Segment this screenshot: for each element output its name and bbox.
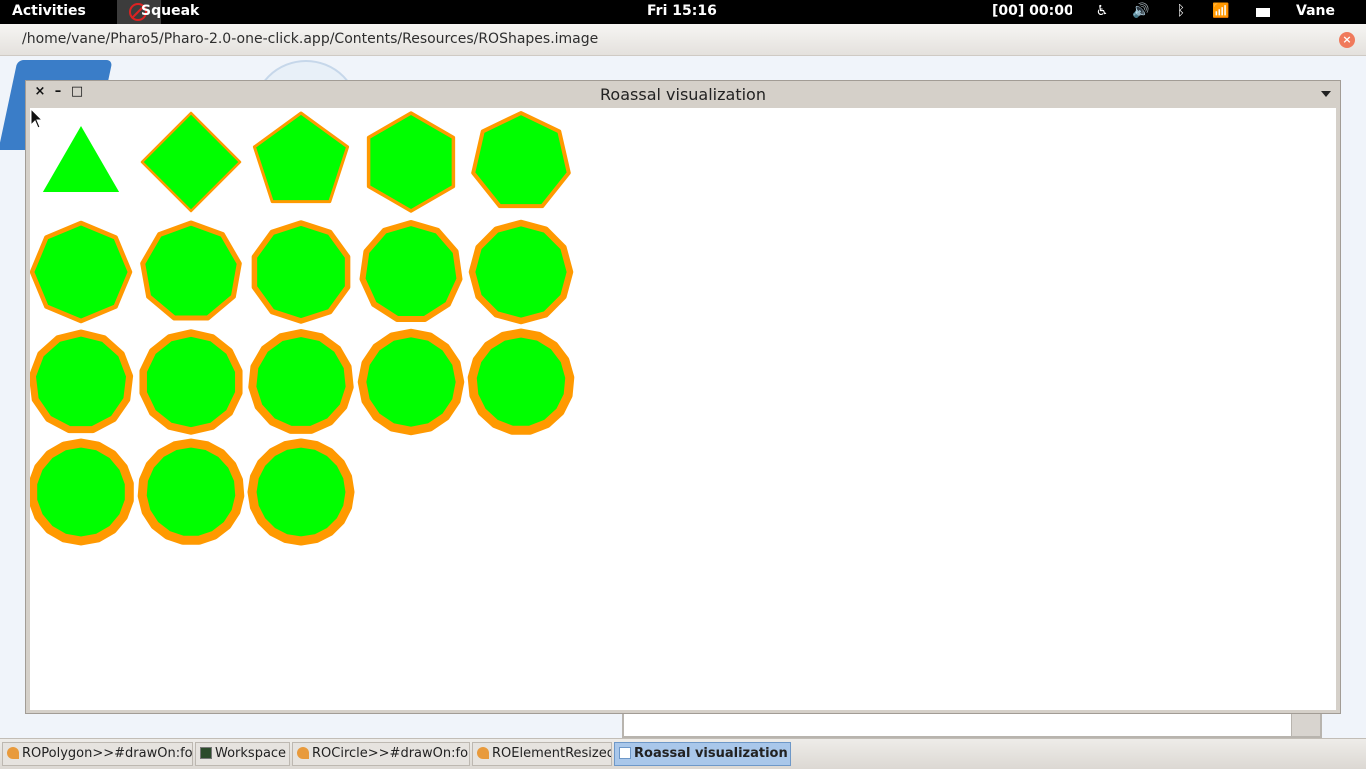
- user-menu[interactable]: Vane: [1296, 3, 1335, 19]
- gnome-top-bar: Activities Squeak Fri 15:16 [00] 00:00 ♿…: [0, 0, 1366, 24]
- maximize-icon[interactable]: □: [70, 85, 84, 99]
- taskbar-item-rocircle[interactable]: ROCircle>>#drawOn:for:: [292, 742, 470, 766]
- taskbar-item-label: Workspace: [215, 746, 287, 761]
- polygon-shape-10-sides[interactable]: [251, 220, 351, 324]
- squeak-taskbar: ROPolygon>>#drawOn:for: Workspace ROCirc…: [0, 738, 1366, 769]
- roassal-window-titlebar[interactable]: Roassal visualization × – □: [26, 81, 1340, 107]
- workspace-icon: [200, 747, 212, 759]
- timer-indicator[interactable]: [00] 00:00: [992, 3, 1072, 19]
- squeak-icon: [477, 747, 489, 759]
- volume-icon[interactable]: 🔊: [1131, 3, 1151, 19]
- polygon-shape-13-sides[interactable]: [30, 329, 134, 434]
- squeak-window-titlebar[interactable]: /home/vane/Pharo5/Pharo-2.0-one-click.ap…: [0, 24, 1366, 56]
- polygon-shape-4-sides[interactable]: [140, 111, 242, 213]
- squeak-icon: [297, 747, 309, 759]
- taskbar-item-label: ROPolygon>>#drawOn:for:: [22, 746, 193, 761]
- taskbar-item-workspace[interactable]: Workspace: [195, 742, 290, 766]
- polygon-shape-16-sides[interactable]: [357, 328, 465, 436]
- polygon-shape-9-sides[interactable]: [140, 220, 242, 321]
- squeak-icon: [7, 747, 19, 759]
- taskbar-item-roelementresized[interactable]: ROElementResized: [472, 742, 612, 766]
- activities-button[interactable]: Activities: [12, 3, 86, 19]
- app-name[interactable]: Squeak: [141, 3, 199, 19]
- taskbar-item-label: ROCircle>>#drawOn:for:: [312, 746, 470, 761]
- close-icon[interactable]: ×: [33, 85, 47, 99]
- window-icon: [619, 747, 631, 759]
- polygon-shape-20-sides[interactable]: [247, 438, 355, 546]
- roassal-window-title: Roassal visualization: [600, 85, 766, 104]
- accessibility-icon[interactable]: ♿: [1092, 3, 1112, 19]
- wifi-icon[interactable]: 📶: [1211, 3, 1231, 19]
- polygon-shape-14-sides[interactable]: [139, 329, 243, 435]
- scrollbar[interactable]: [1291, 713, 1320, 736]
- polygon-shape-11-sides[interactable]: [359, 220, 463, 322]
- roassal-window[interactable]: Roassal visualization × – □: [25, 80, 1341, 714]
- taskbar-item-roassal-visualization[interactable]: Roassal visualization: [614, 742, 791, 766]
- polygon-shape-7-sides[interactable]: [471, 111, 571, 209]
- polygon-shape-17-sides[interactable]: [467, 328, 575, 435]
- mouse-cursor-icon: [30, 108, 44, 129]
- polygon-shape-12-sides[interactable]: [468, 219, 574, 325]
- window-title-path: /home/vane/Pharo5/Pharo-2.0-one-click.ap…: [22, 31, 599, 47]
- roassal-canvas[interactable]: [30, 108, 1336, 710]
- taskbar-item-ropolygon[interactable]: ROPolygon>>#drawOn:for:: [2, 742, 193, 766]
- window-menu-chevron-down-icon[interactable]: [1321, 91, 1331, 97]
- polygon-shape-8-sides[interactable]: [30, 220, 133, 324]
- polygon-shape-5-sides[interactable]: [252, 111, 350, 204]
- background-window-pane[interactable]: [622, 711, 1322, 738]
- polygon-shape-15-sides[interactable]: [248, 329, 354, 434]
- polygon-shape-18-sides[interactable]: [30, 438, 134, 546]
- taskbar-item-label: Roassal visualization: [634, 746, 788, 761]
- minimize-icon[interactable]: –: [51, 85, 65, 99]
- close-icon[interactable]: ×: [1339, 32, 1355, 48]
- taskbar-item-label: ROElementResized: [492, 746, 612, 761]
- clock[interactable]: Fri 15:16: [647, 3, 717, 19]
- polygon-shape-3-sides[interactable]: [42, 126, 120, 192]
- battery-icon[interactable]: [1256, 8, 1270, 17]
- polygon-shape-6-sides[interactable]: [366, 111, 456, 213]
- bluetooth-icon[interactable]: ᛒ: [1171, 3, 1191, 19]
- shapes-drawing: [30, 111, 575, 546]
- polygon-shape-19-sides[interactable]: [137, 438, 245, 545]
